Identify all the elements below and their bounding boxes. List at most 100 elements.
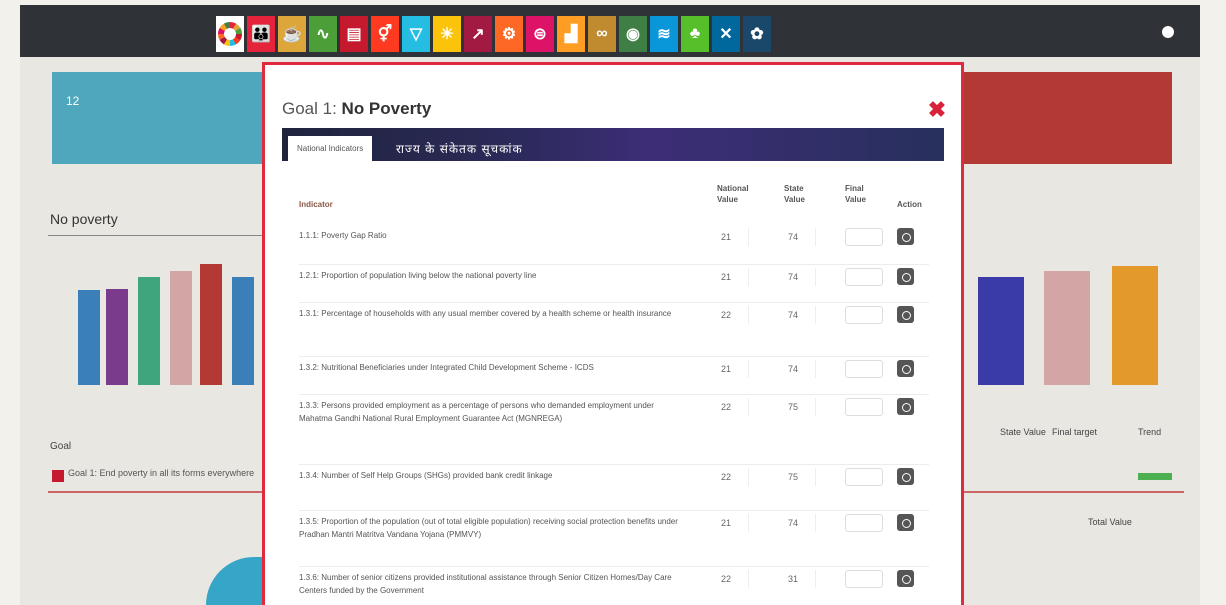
final-value-input[interactable]: [845, 468, 883, 486]
col-header-final-value: Final Value: [845, 184, 866, 204]
indicator-label: 1.2.1: Proportion of population living b…: [299, 271, 537, 280]
final-value-input[interactable]: [845, 228, 883, 246]
partnerships-icon[interactable]: ✿: [743, 16, 771, 52]
view-action-icon[interactable]: [897, 268, 914, 285]
view-action-icon[interactable]: [897, 468, 914, 485]
summary-card-value: 12: [66, 94, 80, 108]
modal-title-goal: No Poverty: [341, 99, 432, 118]
clean-energy-icon[interactable]: ☀: [433, 16, 461, 52]
chart-bar: [106, 289, 128, 385]
indicator-label: 1.3.6: Number of senior citizens provide…: [299, 573, 672, 595]
table-row: 1.3.6: Number of senior citizens provide…: [299, 567, 929, 605]
final-value-input[interactable]: [845, 570, 883, 588]
status-badge: [1138, 473, 1172, 480]
final-value-input[interactable]: [845, 268, 883, 286]
peace-justice-icon[interactable]: ✕: [712, 16, 740, 52]
national-value: 22: [717, 570, 749, 588]
table-row: 1.2.1: Proportion of population living b…: [299, 265, 929, 303]
col-header-state-value: State Value: [784, 184, 805, 204]
state-value: 74: [784, 306, 816, 324]
national-value: 21: [717, 228, 749, 246]
close-icon[interactable]: ✖: [926, 99, 948, 121]
national-value: 21: [717, 360, 749, 378]
chart-bar: [1112, 266, 1158, 385]
table-row: 1.3.2: Nutritional Beneficiaries under I…: [299, 357, 929, 395]
state-value-header: State Value: [1000, 427, 1046, 437]
national-value: 22: [717, 468, 749, 486]
final-value-input[interactable]: [845, 514, 883, 532]
state-value: 74: [784, 360, 816, 378]
col-header-national-value: National Value: [717, 184, 749, 204]
clean-water-icon[interactable]: ▽: [402, 16, 430, 52]
indicator-label: 1.3.5: Proportion of the population (out…: [299, 517, 678, 539]
chart-bar: [170, 271, 192, 385]
indicator-label: 1.3.4: Number of Self Help Groups (SHGs)…: [299, 471, 553, 480]
state-value: 75: [784, 398, 816, 416]
quality-education-icon[interactable]: ▤: [340, 16, 368, 52]
decent-work-icon[interactable]: ↗: [464, 16, 492, 52]
table-row: 1.3.3: Persons provided employment as a …: [299, 395, 929, 465]
divider: [48, 235, 266, 236]
view-action-icon[interactable]: [897, 360, 914, 377]
national-value: 22: [717, 398, 749, 416]
modal-title: Goal 1: No Poverty: [282, 99, 431, 119]
indicator-label: 1.1.1: Poverty Gap Ratio: [299, 231, 387, 240]
col-header-action: Action: [897, 200, 922, 209]
national-value: 21: [717, 268, 749, 286]
table-row: 1.3.4: Number of Self Help Groups (SHGs)…: [299, 465, 929, 511]
final-target-header: Final target: [1052, 427, 1098, 437]
final-value-input[interactable]: [845, 360, 883, 378]
col-header-indicator: Indicator: [299, 200, 333, 209]
tab-national-indicators[interactable]: National Indicators: [288, 136, 373, 161]
gender-equality-icon[interactable]: ⚥: [371, 16, 399, 52]
indicator-label: 1.3.1: Percentage of households with any…: [299, 309, 672, 318]
total-value-header: Total Value: [1088, 517, 1132, 527]
state-value: 75: [784, 468, 816, 486]
indicator-label: 1.3.2: Nutritional Beneficiaries under I…: [299, 363, 594, 372]
view-action-icon[interactable]: [897, 398, 914, 415]
state-value: 74: [784, 514, 816, 532]
national-value: 21: [717, 514, 749, 532]
section-title: No poverty: [50, 211, 118, 227]
final-value-input[interactable]: [845, 306, 883, 324]
view-action-icon[interactable]: [897, 570, 914, 587]
view-action-icon[interactable]: [897, 514, 914, 531]
chart-bar: [1044, 271, 1090, 385]
sdg-wheel-icon[interactable]: [216, 16, 244, 52]
goal-icon-strip: 👪 ☕ ∿ ▤ ⚥ ▽ ☀ ↗ ⚙ ⊜ ▟ ∞ ◉ ≋ ♣ ✕ ✿: [216, 16, 771, 52]
life-below-water-icon[interactable]: ≋: [650, 16, 678, 52]
indicator-label: 1.3.3: Persons provided employment as a …: [299, 401, 654, 423]
reduced-inequalities-icon[interactable]: ⊜: [526, 16, 554, 52]
goal-row[interactable]: Goal 1: End poverty in all its forms eve…: [50, 468, 278, 484]
zero-hunger-icon[interactable]: ☕: [278, 16, 306, 52]
life-on-land-icon[interactable]: ♣: [681, 16, 709, 52]
goal-header: Goal: [50, 441, 72, 452]
final-value-input[interactable]: [845, 398, 883, 416]
view-action-icon[interactable]: [897, 228, 914, 245]
chart-bar: [200, 264, 222, 385]
national-value: 22: [717, 306, 749, 324]
top-nav: 👪 ☕ ∿ ▤ ⚥ ▽ ☀ ↗ ⚙ ⊜ ▟ ∞ ◉ ≋ ♣ ✕ ✿: [20, 5, 1200, 57]
view-action-icon[interactable]: [897, 306, 914, 323]
no-poverty-icon[interactable]: 👪: [247, 16, 275, 52]
good-health-icon[interactable]: ∿: [309, 16, 337, 52]
chart-bar: [138, 277, 160, 385]
tab-strip: National Indicators राज्य के संकेतक सूचक…: [282, 128, 944, 161]
summary-card-red: [960, 72, 1172, 164]
chart-bar: [78, 290, 100, 385]
responsible-consumption-icon[interactable]: ∞: [588, 16, 616, 52]
sustainable-cities-icon[interactable]: ▟: [557, 16, 585, 52]
chart-bar: [232, 277, 254, 385]
state-value: 74: [784, 228, 816, 246]
modal-title-prefix: Goal 1:: [282, 99, 337, 118]
industry-icon[interactable]: ⚙: [495, 16, 523, 52]
table-row: 1.1.1: Poverty Gap Ratio 21 74: [299, 225, 929, 265]
state-value: 74: [784, 268, 816, 286]
tab-state-indicators[interactable]: राज्य के संकेतक सूचकांक: [396, 140, 523, 157]
trend-header: Trend: [1138, 427, 1162, 437]
table-row: 1.3.5: Proportion of the population (out…: [299, 511, 929, 567]
user-menu-icon[interactable]: [1162, 26, 1174, 38]
summary-card: 12: [52, 72, 262, 164]
state-value: 31: [784, 570, 816, 588]
climate-action-icon[interactable]: ◉: [619, 16, 647, 52]
